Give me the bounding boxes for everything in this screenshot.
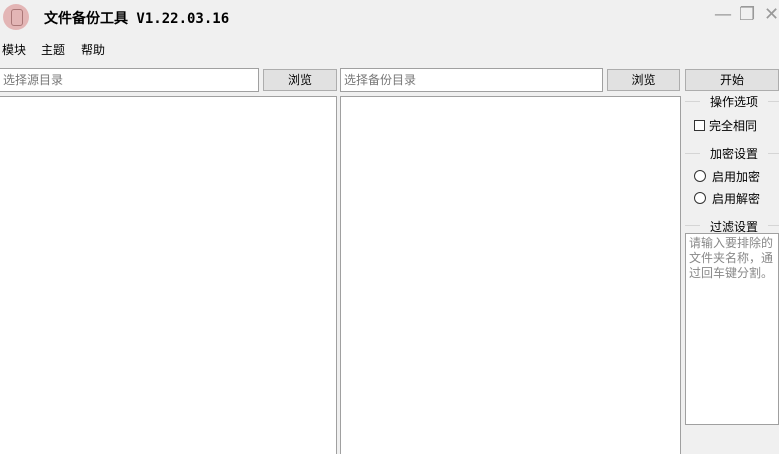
enable-decrypt-label: 启用解密: [712, 192, 761, 206]
start-button[interactable]: 开始: [685, 69, 779, 91]
window-title: 文件备份工具 V1.22.03.16: [44, 11, 230, 27]
enable-decrypt-radio[interactable]: 启用解密: [694, 191, 760, 207]
exact-match-checkbox[interactable]: 完全相同: [694, 118, 757, 134]
encryption-group-title: 加密设置: [700, 145, 768, 162]
backup-file-pane[interactable]: [340, 96, 681, 454]
source-dir-input[interactable]: 选择源目录: [0, 68, 259, 92]
menu-item-theme[interactable]: 主题: [41, 41, 65, 58]
radio-icon[interactable]: [694, 170, 706, 182]
options-group-title: 操作选项: [700, 93, 768, 110]
enable-encrypt-label: 启用加密: [712, 170, 761, 184]
menu-item-help[interactable]: 帮助: [81, 41, 105, 58]
exact-match-label: 完全相同: [709, 119, 758, 133]
backup-browse-button[interactable]: 浏览: [607, 69, 680, 91]
source-file-pane[interactable]: [0, 96, 337, 454]
backup-dir-input[interactable]: 选择备份目录: [340, 68, 603, 92]
app-logo-icon: [3, 4, 29, 30]
source-browse-button[interactable]: 浏览: [263, 69, 337, 91]
radio-icon[interactable]: [694, 192, 706, 204]
checkbox-icon[interactable]: [694, 120, 705, 131]
minimize-icon[interactable]: —: [714, 6, 732, 24]
menu-item-module[interactable]: 模块: [2, 41, 26, 58]
enable-encrypt-radio[interactable]: 启用加密: [694, 169, 760, 185]
maximize-icon[interactable]: ❐: [739, 6, 755, 24]
close-icon[interactable]: ✕: [764, 6, 779, 24]
filter-textarea[interactable]: 请输入要排除的文件夹名称，通过回车键分割。: [685, 233, 779, 425]
